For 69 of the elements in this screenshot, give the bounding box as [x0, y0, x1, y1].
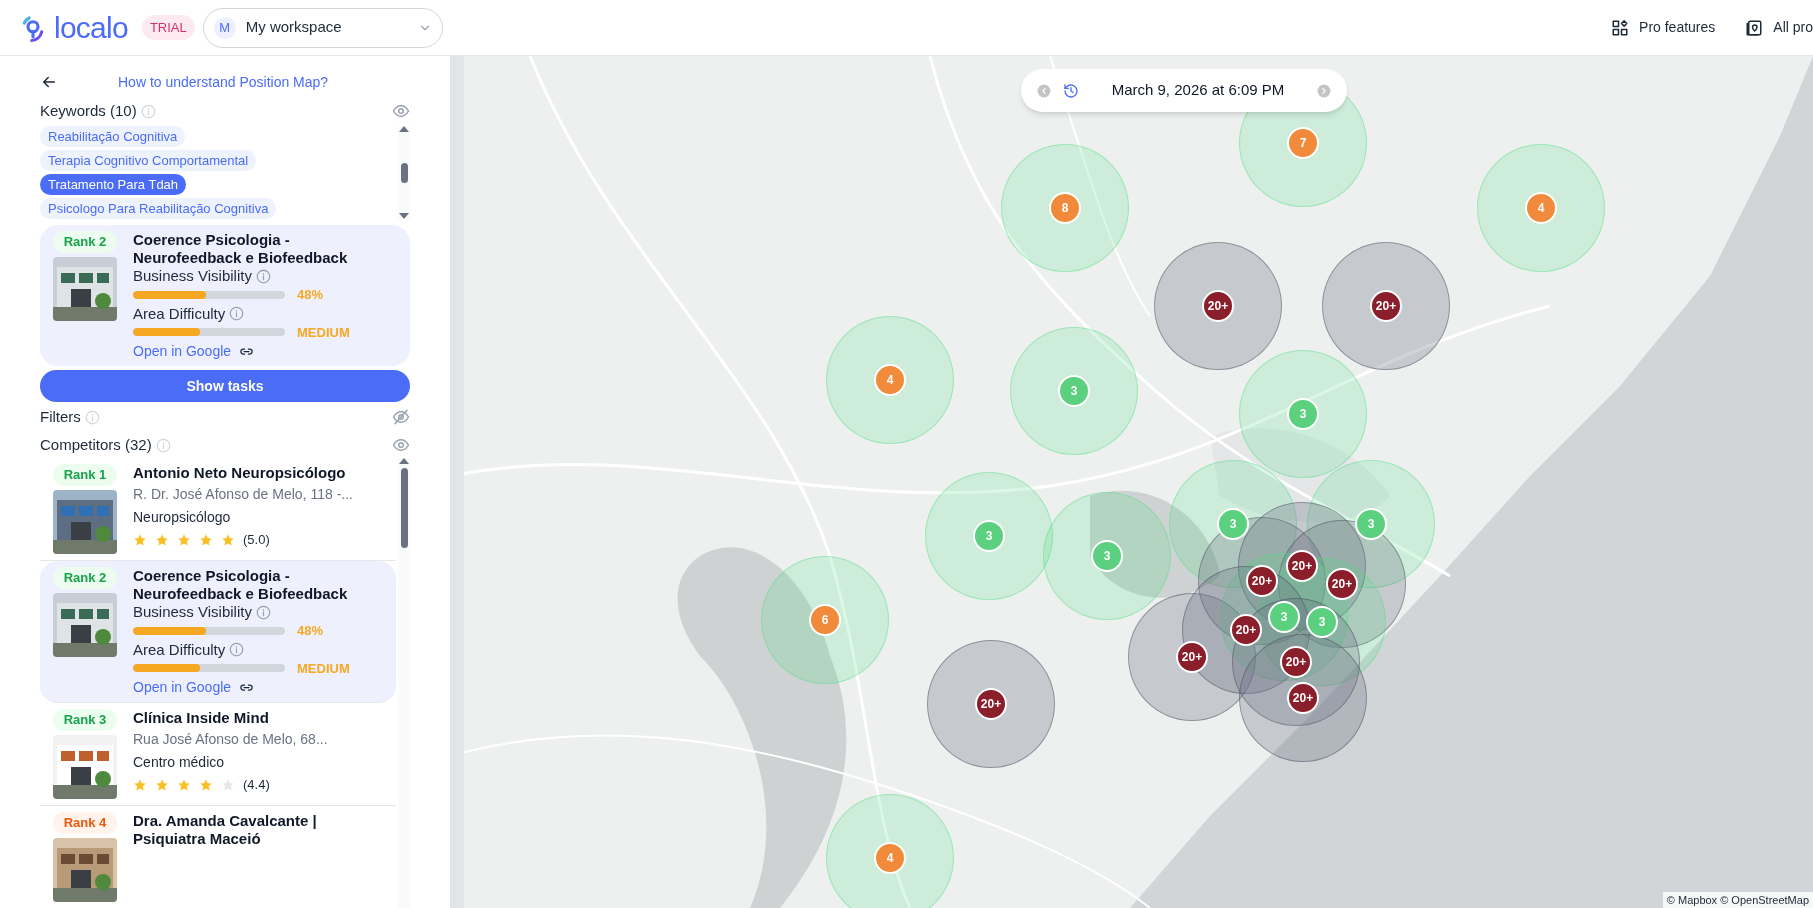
info-icon — [255, 268, 271, 284]
google-link[interactable]: Open in Google — [133, 678, 232, 696]
all-profiles-button[interactable]: All pro — [1745, 17, 1813, 38]
section-title: Keywords (10) — [40, 100, 137, 121]
google-link[interactable]: Open in Google — [133, 342, 232, 360]
metric-label: Area Difficulty — [133, 304, 226, 323]
rating-value: (5.0) — [243, 531, 270, 549]
show-tasks-button[interactable]: Show tasks — [40, 370, 410, 402]
business-name: Dra. Amanda Cavalcante | Psiquiatra Maceió — [133, 812, 318, 848]
help-link[interactable]: How to understand Position Map? — [118, 71, 329, 93]
business-address: Rua José Afonso de Melo, 68... — [133, 730, 328, 749]
star-icon — [221, 777, 235, 792]
metric-label: Business Visibility — [133, 603, 252, 621]
metric-value: MEDIUM — [297, 659, 350, 678]
info-icon — [229, 642, 245, 657]
business-name: Coerence Psicologia - Neurofeedback e Biofeedback — [133, 231, 349, 267]
info-icon — [155, 437, 171, 453]
business-address: R. Dr. José Afonso de Melo, 118 -... — [133, 485, 353, 504]
eye-off-icon[interactable] — [392, 408, 410, 426]
business-category: Neuropsicólogo — [133, 508, 232, 527]
keyword-chip[interactable]: Terapia Cognitivo Comportamental — [40, 150, 257, 171]
keyword-chip[interactable]: Psicologo Para Reabilitação Cognitiva — [40, 198, 277, 219]
business-category: Centro médico — [133, 753, 226, 772]
grid-icon — [1611, 18, 1630, 37]
metric-label: Area Difficulty — [133, 640, 226, 659]
scrollbar[interactable] — [398, 458, 410, 908]
logo-text: localo — [54, 12, 128, 43]
star-icon — [155, 532, 169, 547]
keyword-chip[interactable]: Tratamento Para Tdah — [40, 174, 187, 195]
rating-value: (4.4) — [243, 776, 270, 794]
info-icon — [84, 409, 100, 425]
rank-badge: Rank 3 — [53, 709, 117, 731]
competitor-card[interactable]: Rank 2 Coerence Psicologia - Neurofeedback e Biofeedback Business Visibility 48% Area Difficulty MEDIUM Open in Google — [40, 561, 396, 703]
info-icon — [255, 604, 271, 620]
previous-icon[interactable] — [1037, 83, 1051, 98]
pro-features-button[interactable]: Pro features — [1611, 17, 1716, 38]
rank-badge: Rank 4 — [53, 812, 117, 834]
metric-label: Business Visibility — [133, 267, 252, 285]
date-label: March 9, 2026 at 6:09 PM — [1110, 80, 1286, 101]
eye-icon[interactable] — [392, 436, 410, 454]
star-icon — [177, 777, 191, 792]
scrollbar[interactable] — [398, 126, 410, 219]
star-icon — [177, 532, 191, 547]
keyword-chip[interactable]: Reabilitação Cognitiva — [40, 126, 186, 147]
star-icon — [133, 777, 147, 792]
star-icon — [199, 532, 213, 547]
info-icon — [140, 103, 156, 119]
star-icon — [133, 532, 147, 547]
business-name: Coerence Psicologia - Neurofeedback e Biofeedback — [133, 567, 349, 603]
rank-badge: Rank 1 — [53, 464, 117, 486]
rank-badge: Rank 2 — [53, 567, 117, 589]
info-icon — [229, 306, 245, 321]
map-pin-icon — [1745, 18, 1764, 37]
metric-value: 48% — [297, 622, 324, 640]
metric-value: MEDIUM — [297, 323, 350, 342]
star-icon — [221, 532, 235, 547]
section-title: Filters — [40, 406, 81, 427]
star-icon — [199, 777, 213, 792]
star-icon — [155, 777, 169, 792]
trial-badge: TRIAL — [141, 14, 195, 41]
section-title: Competitors (32) — [40, 434, 152, 455]
business-name: Clínica Inside Mind — [133, 709, 270, 727]
next-icon[interactable] — [1317, 83, 1331, 98]
workspace-avatar: M — [213, 16, 236, 39]
history-icon[interactable] — [1063, 82, 1079, 99]
rank-badge: Rank 2 — [53, 231, 117, 253]
metric-value: 48% — [297, 286, 324, 304]
business-name: Antonio Neto Neuropsicólogo — [133, 464, 347, 482]
eye-icon[interactable] — [392, 102, 410, 120]
